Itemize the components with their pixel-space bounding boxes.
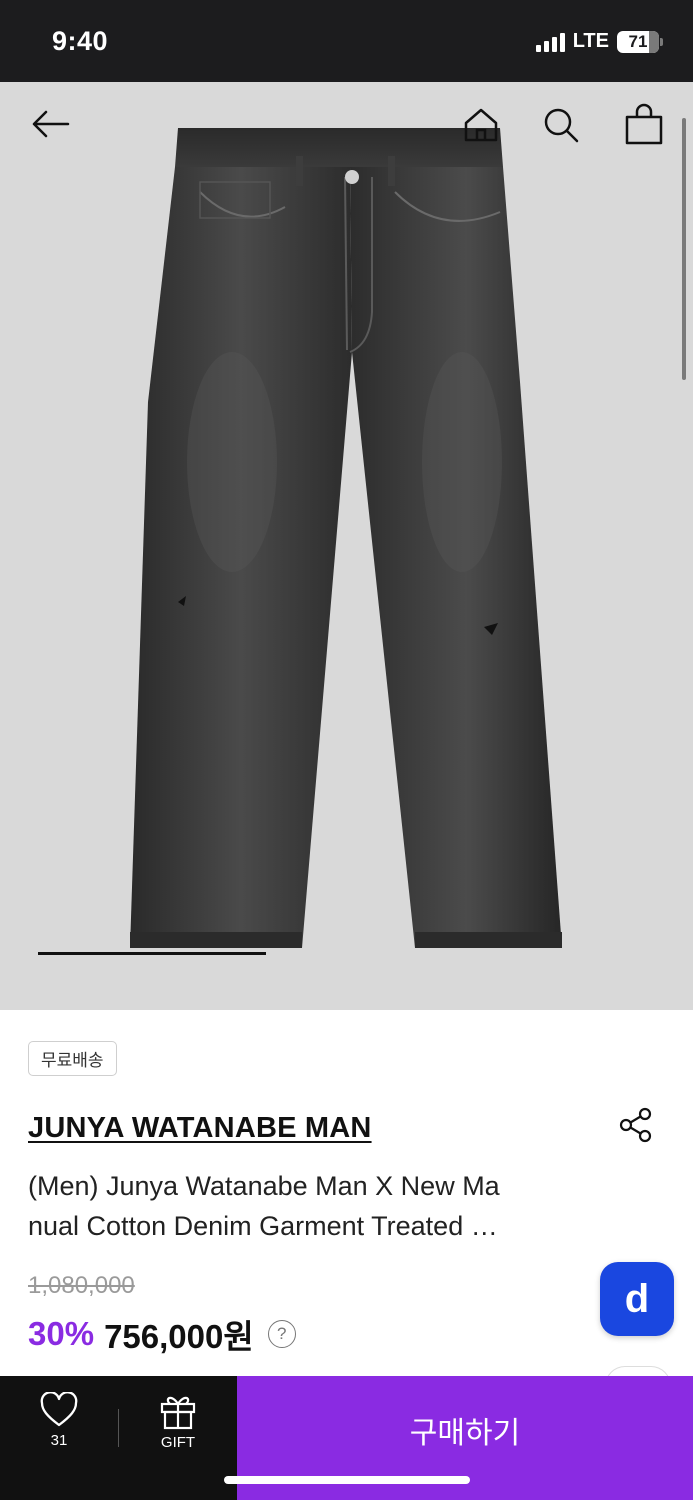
product-title-line2: nual Cotton Denim Garment Treated … [28,1211,498,1241]
shopping-bag-icon [625,103,663,145]
share-icon [619,1107,652,1143]
share-button[interactable] [616,1105,656,1145]
sale-price: 756,000원 [104,1318,254,1355]
signal-icon [535,32,565,52]
price-row: 30% 756,000원 ? [28,1310,296,1358]
home-indicator [224,1476,470,1484]
network-label: LTE [572,30,609,52]
gallery-progress-indicator [38,952,266,955]
like-count: 31 [50,1432,68,1449]
brand-link[interactable]: JUNYA WATANABE MAN [28,1112,372,1145]
bar-divider [118,1409,119,1447]
product-title-line1: (Men) Junya Watanabe Man X New Ma [28,1171,500,1201]
floating-d-button[interactable]: d [600,1262,674,1336]
arrow-left-icon [32,110,70,138]
heart-icon [40,1392,78,1427]
product-info: 무료배송 JUNYA WATANABE MAN (Men) Junya Wata… [0,1010,693,1386]
free-shipping-badge: 무료배송 [28,1041,117,1076]
product-photo [130,128,562,948]
gift-icon [160,1396,196,1430]
home-icon [464,108,498,142]
search-icon [544,108,579,143]
like-button[interactable]: 31 [0,1376,118,1500]
gift-label: GIFT [160,1434,196,1451]
price-help-icon[interactable]: ? [267,1320,296,1348]
home-button[interactable] [460,104,502,146]
product-image-gallery[interactable] [0,82,693,1010]
battery-level: 71 [628,31,648,51]
discount-rate: 30% [28,1315,95,1352]
search-button[interactable] [540,104,582,146]
product-title: (Men) Junya Watanabe Man X New Ma nual C… [28,1166,568,1246]
original-price: 1,080,000 [28,1272,135,1299]
page-scrollbar[interactable] [682,118,686,380]
status-time: 9:40 [52,26,109,56]
gift-button[interactable]: GIFT [120,1376,236,1500]
status-bar: 9:40 LTE 71 [0,0,693,82]
back-button[interactable] [28,106,72,142]
cart-button[interactable] [622,102,666,146]
battery-icon: 71 [617,30,663,53]
status-indicators: LTE 71 [535,30,663,53]
